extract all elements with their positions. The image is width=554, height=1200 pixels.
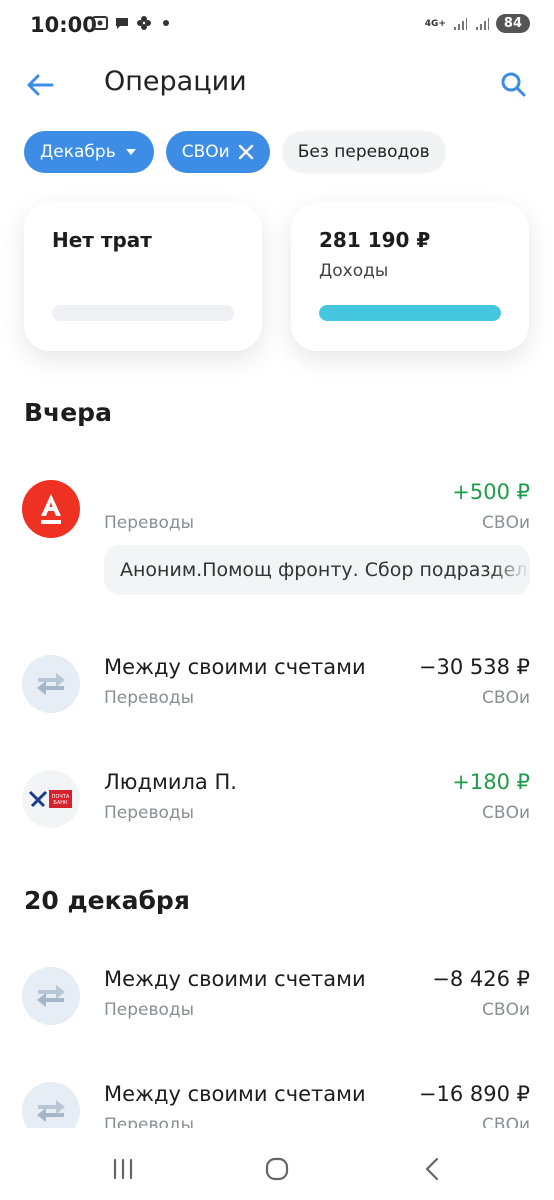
app-header: Операции	[0, 55, 554, 115]
section-title-dec-20: 20 декабря	[24, 886, 190, 915]
transaction-category: Переводы	[104, 803, 195, 823]
transaction-name: Между своими счетами	[104, 1082, 366, 1106]
transaction-account: СВОи	[482, 688, 530, 708]
system-nav-bar	[0, 1140, 554, 1200]
pochta-bank-icon: ПОЧТА БАНК	[22, 770, 80, 828]
transaction-row[interactable]: Между своими счетами Переводы −8 426 ₽ С…	[0, 967, 554, 1037]
battery-level: 84	[495, 14, 530, 33]
month-filter-label: Декабрь	[40, 142, 116, 162]
transaction-comment-text: Аноним.Помощ фронту. Сбор подразделения	[120, 559, 530, 581]
income-bar	[319, 305, 501, 321]
transaction-name: Между своими счетами	[104, 655, 366, 679]
status-bar: 10:00 4G+ 84	[0, 0, 554, 52]
transaction-category: Переводы	[104, 513, 195, 533]
expenses-title: Нет трат	[52, 228, 152, 252]
income-amount: 281 190 ₽	[319, 228, 431, 252]
account-filter-label: СВОи	[181, 142, 230, 162]
transaction-row[interactable]: Переводы +500 ₽ СВОи	[0, 480, 554, 550]
filter-chips: Декабрь СВОи Без переводов	[24, 131, 446, 173]
transaction-amount: −8 426 ₽	[432, 967, 530, 991]
expenses-bar	[52, 305, 234, 321]
transaction-amount: +500 ₽	[452, 480, 530, 504]
income-bar-fill	[319, 305, 501, 321]
back-nav-icon[interactable]	[418, 1154, 448, 1184]
dot-icon	[163, 20, 169, 26]
transaction-amount: −30 538 ₽	[418, 655, 530, 679]
signal-icon	[453, 17, 467, 30]
status-time: 10:00	[30, 13, 97, 37]
page-title: Операции	[104, 66, 247, 97]
transfer-arrows-icon	[22, 967, 80, 1025]
recent-apps-icon[interactable]	[108, 1154, 138, 1184]
search-icon[interactable]	[496, 67, 532, 103]
section-title-yesterday: Вчера	[24, 398, 112, 427]
account-filter-chip[interactable]: СВОи	[165, 131, 270, 173]
no-transfers-label: Без переводов	[297, 142, 430, 162]
income-label: Доходы	[319, 261, 389, 281]
close-icon[interactable]	[238, 144, 254, 160]
svg-text:БАНК: БАНК	[53, 800, 68, 806]
transaction-category: Переводы	[104, 688, 195, 708]
month-filter-chip[interactable]: Декабрь	[24, 131, 154, 173]
chat-icon	[116, 18, 128, 29]
transaction-comment[interactable]: Аноним.Помощ фронту. Сбор подразделения	[104, 545, 530, 595]
transaction-category: Переводы	[104, 1000, 195, 1020]
no-transfers-chip[interactable]: Без переводов	[281, 131, 446, 173]
transfer-arrows-icon	[22, 655, 80, 713]
expenses-card[interactable]: Нет трат	[24, 203, 262, 351]
signal-icon-2	[475, 17, 489, 30]
income-card[interactable]: 281 190 ₽ Доходы	[291, 203, 529, 351]
transaction-amount: +180 ₽	[452, 770, 530, 794]
transaction-name: Между своими счетами	[104, 967, 366, 991]
transaction-row[interactable]: ПОЧТА БАНК Людмила П. Переводы +180 ₽ СВ…	[0, 770, 554, 840]
transaction-name: Людмила П.	[104, 770, 237, 794]
transaction-amount: −16 890 ₽	[418, 1082, 530, 1106]
transaction-row[interactable]: Между своими счетами Переводы −30 538 ₽ …	[0, 655, 554, 725]
alfa-bank-icon	[22, 480, 80, 538]
back-arrow-icon[interactable]	[22, 67, 58, 103]
transaction-account: СВОи	[482, 513, 530, 533]
transaction-account: СВОи	[482, 1000, 530, 1020]
clover-icon	[137, 16, 151, 30]
network-type: 4G+	[424, 18, 446, 29]
caret-down-icon	[124, 145, 138, 159]
screenshot-icon	[92, 16, 108, 30]
transaction-account: СВОи	[482, 803, 530, 823]
home-icon[interactable]	[262, 1154, 292, 1184]
